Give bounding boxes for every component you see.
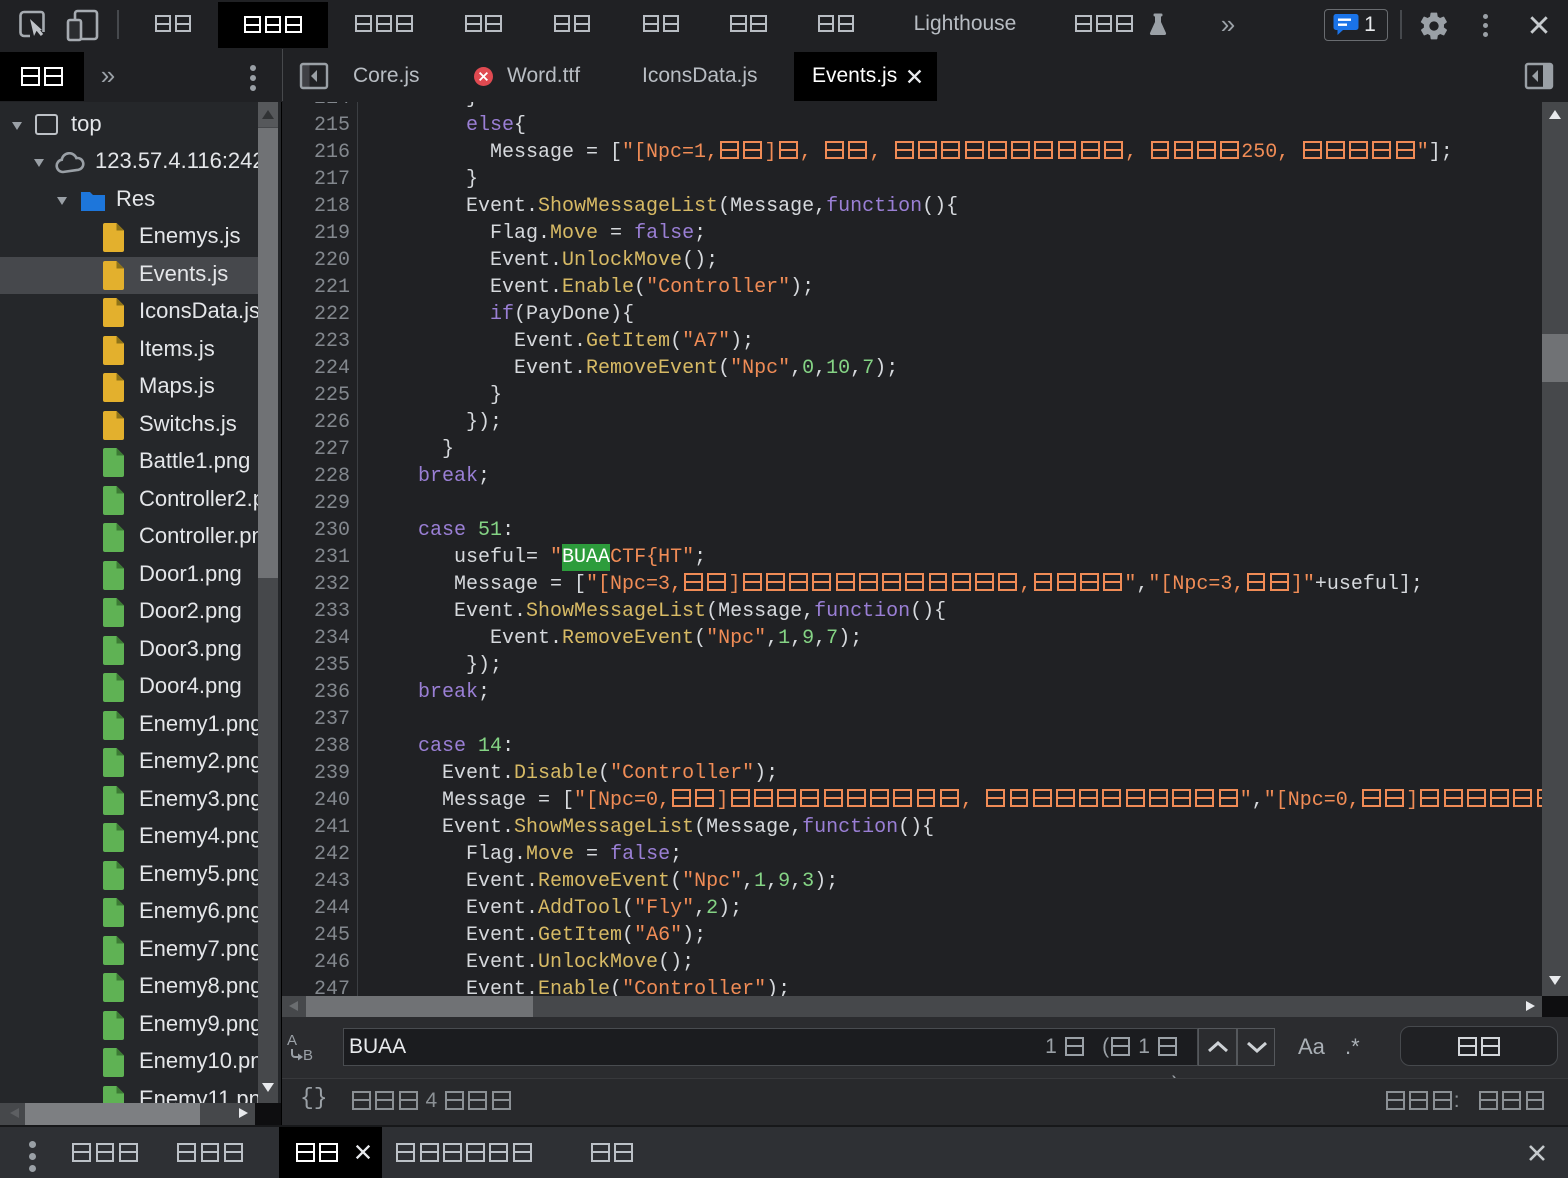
svg-text:B: B <box>303 1047 313 1062</box>
svg-text:A: A <box>287 1034 297 1049</box>
